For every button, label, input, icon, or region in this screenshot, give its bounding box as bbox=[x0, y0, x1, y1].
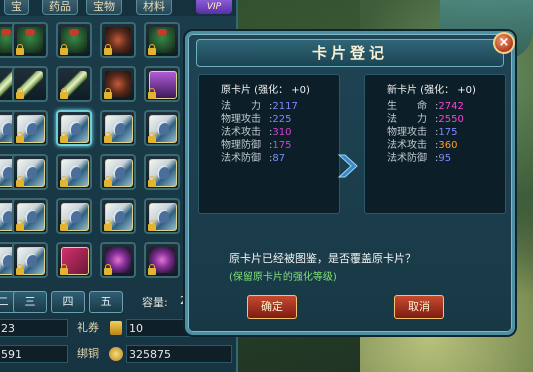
lock-icon bbox=[148, 44, 156, 55]
stat-name: 法术防御 bbox=[221, 153, 261, 164]
lock-icon bbox=[148, 132, 156, 143]
lock-icon bbox=[148, 220, 156, 231]
page-button-3[interactable]: 三 bbox=[13, 291, 47, 313]
page-button-5[interactable]: 五 bbox=[89, 291, 123, 313]
arrow-right-icon bbox=[337, 154, 358, 178]
new-card-pane: 新卡片 (强化： +0) 生 命:2742 法 力:2550 物理攻击:175 … bbox=[364, 74, 506, 214]
inventory-slot[interactable] bbox=[12, 242, 48, 278]
inventory-slot[interactable] bbox=[144, 66, 180, 102]
lock-icon bbox=[104, 88, 112, 99]
old-card-stat-row: 法术防御:87 bbox=[221, 149, 285, 164]
new-card-header: 新卡片 (强化： +0) bbox=[387, 85, 476, 96]
inventory-slot[interactable] bbox=[144, 242, 180, 278]
capacity-label: 容量: bbox=[142, 296, 168, 309]
bound-copper-value: 325875 bbox=[126, 345, 232, 363]
inventory-slot-selected[interactable] bbox=[56, 110, 92, 146]
old-card-pane: 原卡片 (强化： +0) 法 力:2117 物理攻击:225 法术攻击:310 … bbox=[198, 74, 340, 214]
lock-icon bbox=[104, 44, 112, 55]
overwrite-submessage: (保留原卡片的强化等级) bbox=[229, 272, 337, 283]
new-card-stat-row: 法术防御:95 bbox=[387, 149, 451, 164]
stat-value: 95 bbox=[438, 153, 452, 164]
inventory-slot[interactable] bbox=[56, 66, 92, 102]
inventory-slot[interactable] bbox=[12, 110, 48, 146]
gift-label: 礼券 bbox=[77, 321, 99, 334]
lock-icon bbox=[60, 176, 68, 187]
inventory-slot[interactable] bbox=[100, 154, 136, 190]
inventory-slot[interactable] bbox=[144, 110, 180, 146]
lock-icon bbox=[60, 220, 68, 231]
tab-medicine[interactable]: 药品 bbox=[42, 0, 78, 15]
tab-materials[interactable]: 材料 bbox=[136, 0, 172, 15]
inventory-slot[interactable] bbox=[12, 66, 48, 102]
left-value-1: 23 bbox=[0, 319, 68, 337]
stat-value: 87 bbox=[272, 153, 286, 164]
inventory-slot[interactable] bbox=[100, 198, 136, 234]
inventory-slot[interactable] bbox=[56, 22, 92, 58]
page-button-4[interactable]: 四 bbox=[51, 291, 85, 313]
inventory-tabs: 宝 药品 宝物 材料 VIP bbox=[0, 0, 236, 16]
inventory-slot[interactable] bbox=[100, 22, 136, 58]
lock-icon bbox=[16, 264, 24, 275]
overwrite-message: 原卡片已经被图鉴，是否覆盖原卡片？ bbox=[229, 252, 416, 265]
inventory-slot[interactable] bbox=[56, 242, 92, 278]
inventory-slot[interactable] bbox=[144, 198, 180, 234]
lock-icon bbox=[16, 220, 24, 231]
tab-treasure-left[interactable]: 宝 bbox=[4, 0, 29, 15]
lock-icon bbox=[60, 264, 68, 275]
lock-icon bbox=[104, 264, 112, 275]
gift-ticket-icon bbox=[110, 321, 122, 335]
close-button[interactable]: × bbox=[493, 32, 515, 54]
lock-icon bbox=[148, 264, 156, 275]
inventory-slot[interactable] bbox=[100, 242, 136, 278]
cancel-button[interactable]: 取消 bbox=[394, 295, 444, 319]
stat-name: 法术防御 bbox=[387, 153, 427, 164]
inventory-slot[interactable] bbox=[56, 154, 92, 190]
lock-icon bbox=[60, 132, 68, 143]
lock-icon bbox=[148, 176, 156, 187]
left-value-2: 591 bbox=[0, 345, 68, 363]
lock-icon bbox=[16, 132, 24, 143]
confirm-button[interactable]: 确定 bbox=[247, 295, 297, 319]
card-register-dialog: 卡片登记 原卡片 (强化： +0) 法 力:2117 物理攻击:225 法术攻击… bbox=[185, 31, 515, 335]
inventory-slot[interactable] bbox=[144, 154, 180, 190]
coin-icon bbox=[109, 347, 123, 361]
inventory-slot[interactable] bbox=[144, 22, 180, 58]
lock-icon bbox=[60, 44, 68, 55]
bound-copper-label: 绑铜 bbox=[77, 347, 99, 360]
lock-icon bbox=[104, 220, 112, 231]
inventory-slot[interactable] bbox=[100, 110, 136, 146]
lock-icon bbox=[60, 88, 68, 99]
inventory-slot[interactable] bbox=[12, 198, 48, 234]
lock-icon bbox=[16, 176, 24, 187]
dialog-title-bar: 卡片登记 bbox=[196, 39, 504, 67]
vip-tab[interactable]: VIP bbox=[196, 0, 232, 14]
inventory-slot[interactable] bbox=[56, 198, 92, 234]
dialog-title: 卡片登记 bbox=[311, 44, 388, 62]
lock-icon bbox=[148, 88, 156, 99]
lock-icon bbox=[104, 132, 112, 143]
lock-icon bbox=[16, 44, 24, 55]
inventory-slot[interactable] bbox=[12, 154, 48, 190]
lock-icon bbox=[16, 88, 24, 99]
tab-treasure[interactable]: 宝物 bbox=[86, 0, 122, 15]
lock-icon bbox=[104, 176, 112, 187]
inventory-slot[interactable] bbox=[12, 22, 48, 58]
old-card-header: 原卡片 (强化： +0) bbox=[221, 85, 310, 96]
inventory-slot[interactable] bbox=[100, 66, 136, 102]
